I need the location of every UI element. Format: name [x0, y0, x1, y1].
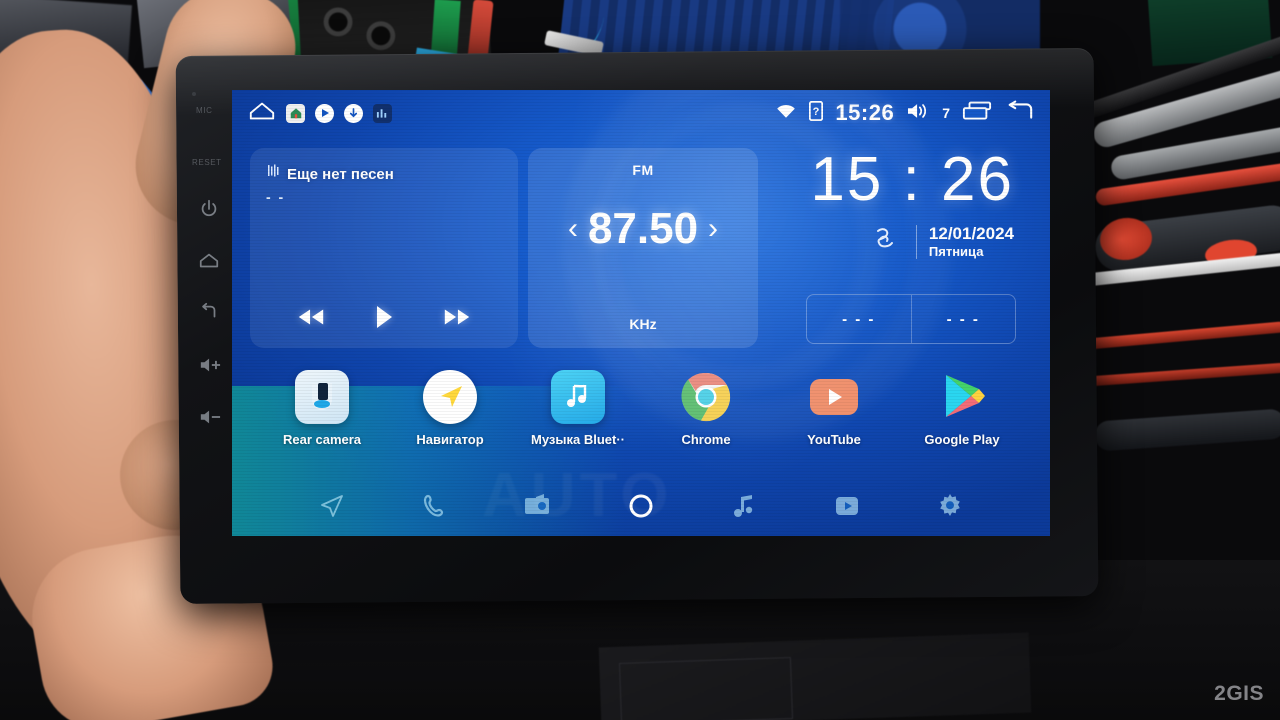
clock-date-row: 12/01/2024 Пятница	[768, 222, 1032, 261]
app-label: YouTube	[807, 432, 861, 447]
volume-level: 7	[942, 105, 950, 121]
music-note-icon[interactable]	[732, 493, 756, 519]
video-player-icon[interactable]	[834, 494, 860, 518]
dock-bar	[232, 480, 1050, 532]
phone-icon[interactable]	[422, 493, 446, 519]
clock-divider	[915, 224, 917, 259]
app-bluetooth-music[interactable]: Музыка Bluet··	[528, 370, 628, 447]
device-left-bezel: MIC RESET	[182, 58, 236, 594]
radio-prev-button[interactable]: ‹	[568, 214, 578, 244]
music-note-icon	[266, 164, 280, 185]
mic-hole	[192, 92, 196, 96]
home-button[interactable]	[198, 250, 220, 272]
clock-time: 15 : 26	[810, 145, 1014, 214]
radio-next-button[interactable]: ›	[708, 214, 718, 244]
music-subtitle: - -	[266, 189, 286, 205]
volume-down-button[interactable]	[198, 406, 221, 428]
app-label: Навигатор	[416, 432, 484, 447]
house-app-icon[interactable]	[286, 103, 305, 123]
mic-label: MIC	[196, 106, 213, 115]
radio-tuner-row: ‹ 87.50 ›	[528, 204, 758, 254]
photo-scene: MIC RESET AUTO ? 15:26 7 Еще нет песен -…	[0, 0, 1280, 720]
head-unit-screen[interactable]: AUTO ? 15:26 7 Еще нет песен - - FM ‹ 87…	[232, 90, 1050, 536]
clock-cell-right[interactable]: - - -	[910, 295, 1016, 343]
app-label: Chrome	[681, 432, 731, 447]
app-label: Google Play	[924, 432, 1000, 447]
home-outline-icon[interactable]	[248, 100, 276, 127]
app-label: Rear camera	[282, 432, 362, 447]
bluetooth-music-icon	[551, 370, 605, 424]
home-circle-icon[interactable]	[627, 492, 655, 520]
reset-label: RESET	[192, 158, 222, 167]
radio-widget[interactable]: FM ‹ 87.50 › KHz	[528, 148, 758, 348]
navigator-icon	[423, 370, 477, 424]
music-controls	[250, 305, 518, 334]
volume-up-button[interactable]	[198, 354, 221, 376]
app-google-play[interactable]: Google Play	[912, 370, 1012, 447]
back-arrow-icon[interactable]	[1004, 100, 1034, 127]
music-play-button[interactable]	[373, 305, 395, 334]
music-title: Еще нет песен	[287, 166, 394, 183]
wifi-icon[interactable]	[775, 102, 797, 125]
app-grid: Rear camera Навигатор Музыка Bluet·· Chr…	[272, 370, 1012, 447]
radio-icon[interactable]	[524, 494, 550, 518]
app-navigator[interactable]: Навигатор	[400, 370, 500, 447]
sim-card-unknown-icon[interactable]: ?	[809, 100, 824, 126]
radio-unit-label: KHz	[629, 316, 657, 332]
settings-gear-icon[interactable]	[937, 493, 963, 519]
clock-date: 12/01/2024	[928, 224, 1014, 243]
clock-widget[interactable]: 15 : 26 12/01/2024 Пятница - - - - - -	[768, 148, 1032, 348]
play-app-icon[interactable]	[315, 103, 334, 123]
radio-band-label: FM	[632, 162, 654, 178]
widget-row: Еще нет песен - - FM ‹ 87.50 › KHz 15: …	[250, 148, 1032, 348]
desk-panel-outline	[618, 657, 794, 720]
app-chrome[interactable]: Chrome	[656, 370, 756, 447]
rear-camera-icon	[295, 370, 349, 424]
app-youtube[interactable]: YouTube	[784, 370, 884, 447]
clock-info-cells: - - - - - -	[806, 294, 1016, 344]
music-prev-button[interactable]	[296, 307, 326, 332]
clock-weekday: Пятница	[928, 244, 984, 259]
clock-cell-left[interactable]: - - -	[807, 295, 911, 343]
equalizer-app-icon[interactable]	[373, 103, 392, 123]
music-title-row: Еще нет песен	[250, 148, 518, 185]
svg-text:?: ?	[813, 106, 820, 118]
music-widget[interactable]: Еще нет песен - -	[250, 148, 518, 348]
status-bar-clock: 15:26	[835, 100, 895, 125]
power-button[interactable]	[198, 198, 220, 220]
clock-date-block: 12/01/2024 Пятница	[929, 224, 1014, 259]
status-bar-right: ? 15:26 7	[775, 100, 1034, 127]
back-button[interactable]	[198, 302, 220, 324]
navigation-send-icon[interactable]	[319, 493, 345, 519]
wind-icon	[870, 222, 904, 261]
app-rear-camera[interactable]: Rear camera	[272, 370, 372, 447]
status-bar-left	[248, 100, 392, 127]
chrome-icon	[679, 370, 733, 424]
recents-icon[interactable]	[962, 100, 992, 127]
status-bar: ? 15:26 7	[232, 90, 1050, 136]
radio-frequency: 87.50	[587, 204, 699, 253]
google-play-icon	[935, 370, 989, 424]
music-next-button[interactable]	[442, 307, 472, 332]
youtube-icon	[807, 370, 861, 424]
download-app-icon[interactable]	[344, 103, 363, 123]
photo-watermark: 2GIS	[1214, 682, 1264, 705]
app-label: Музыка Bluet··	[531, 432, 625, 447]
volume-icon[interactable]	[906, 101, 930, 126]
